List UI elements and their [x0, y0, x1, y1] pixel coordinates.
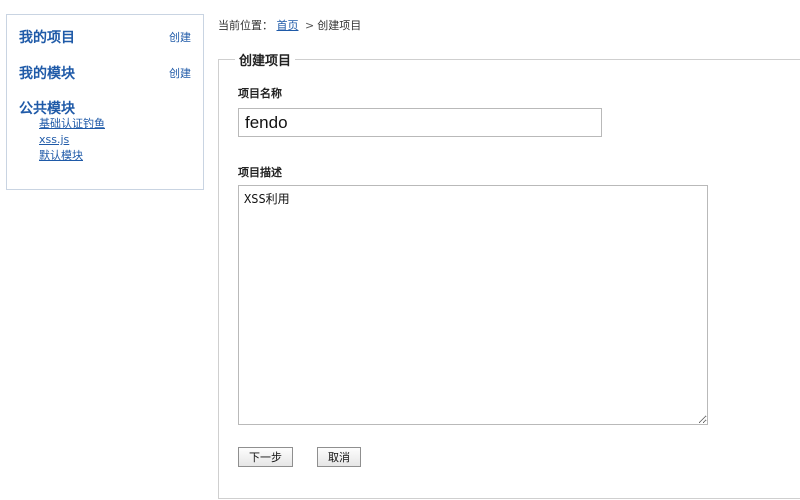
sidebar-section-public-modules: 公共模块: [19, 98, 191, 118]
sidebar-title-public-modules[interactable]: 公共模块: [19, 98, 75, 118]
public-module-link[interactable]: xss.js: [39, 132, 105, 148]
breadcrumb-separator: >: [305, 19, 315, 32]
project-description-label: 项目描述: [238, 166, 282, 179]
public-module-list: 基础认证钓鱼 xss.js 默认模块: [39, 116, 105, 164]
breadcrumb-prefix: 当前位置：: [218, 19, 273, 32]
sidebar-title-my-modules[interactable]: 我的模块: [19, 63, 75, 83]
project-name-label: 项目名称: [238, 87, 282, 100]
project-description-textarea[interactable]: XSS利用: [238, 185, 708, 425]
breadcrumb-home-link[interactable]: 首页: [277, 19, 299, 32]
breadcrumb-current: 创建项目: [317, 19, 362, 32]
breadcrumb: 当前位置： 首页 > 创建项目: [218, 17, 361, 33]
sidebar: 我的项目 创建 我的模块 创建 公共模块 基础认证钓鱼 xss.js 默认模块: [6, 14, 204, 190]
next-step-button[interactable]: 下一步: [238, 447, 293, 467]
project-name-input[interactable]: [238, 108, 602, 137]
create-module-link[interactable]: 创建: [169, 65, 191, 81]
public-module-link[interactable]: 默认模块: [39, 148, 105, 164]
cancel-button[interactable]: 取消: [317, 447, 361, 467]
sidebar-section-my-modules: 我的模块 创建: [19, 63, 191, 83]
create-project-form: 创建项目 项目名称 项目描述 XSS利用 下一步 取消: [218, 50, 800, 499]
sidebar-section-my-projects: 我的项目 创建: [19, 27, 191, 47]
create-project-link[interactable]: 创建: [169, 29, 191, 45]
public-module-link[interactable]: 基础认证钓鱼: [39, 116, 105, 132]
form-legend: 创建项目: [235, 50, 296, 69]
sidebar-title-my-projects[interactable]: 我的项目: [19, 27, 75, 47]
